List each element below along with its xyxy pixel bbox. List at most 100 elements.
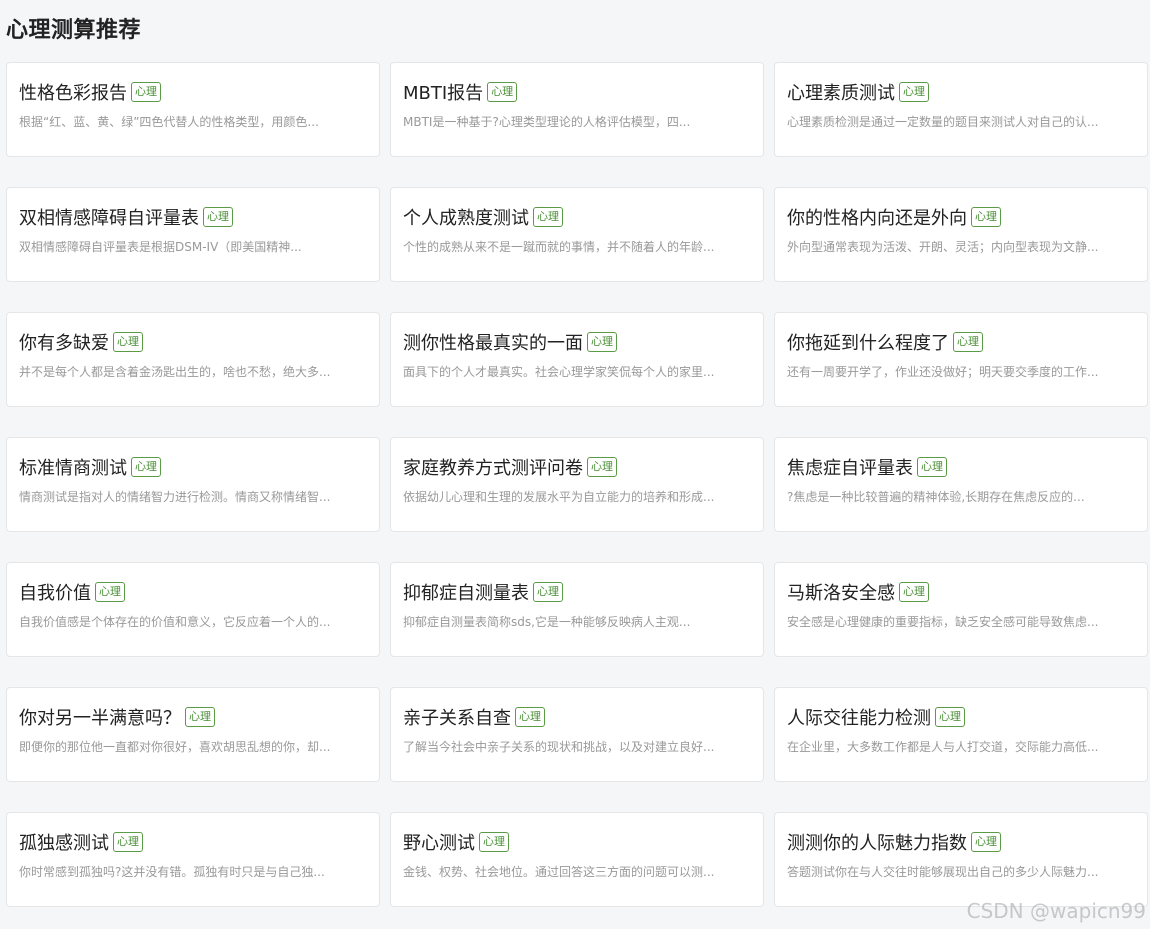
card-title[interactable]: 双相情感障碍自评量表 (19, 204, 199, 230)
card-header: 自我价值 心理 (19, 579, 367, 605)
card-description: 依据幼儿心理和生理的发展水平为自立能力的培养和形成... (403, 490, 715, 504)
card-header: 双相情感障碍自评量表 心理 (19, 204, 367, 230)
card-description: 自我价值感是个体存在的价值和意义，它反应着一个人的... (19, 615, 331, 629)
card-title[interactable]: 马斯洛安全感 (787, 579, 895, 605)
card-title[interactable]: 孤独感测试 (19, 829, 109, 855)
card-header: 马斯洛安全感 心理 (787, 579, 1135, 605)
card-header: 亲子关系自查 心理 (403, 704, 751, 730)
card-header: 你有多缺爱 心理 (19, 329, 367, 355)
card-title[interactable]: 家庭教养方式测评问卷 (403, 454, 583, 480)
card-description: ?焦虑是一种比较普遍的精神体验,长期存在焦虑反应的... (787, 490, 1085, 504)
card-title[interactable]: 自我价值 (19, 579, 91, 605)
card-title[interactable]: 心理素质测试 (787, 79, 895, 105)
card-title[interactable]: 野心测试 (403, 829, 475, 855)
card-header: 焦虑症自评量表 心理 (787, 454, 1135, 480)
card-title[interactable]: 测测你的人际魅力指数 (787, 829, 967, 855)
category-tag: 心理 (131, 82, 161, 102)
category-tag: 心理 (533, 207, 563, 227)
card-description: 还有一周要开学了，作业还没做好；明天要交季度的工作... (787, 365, 1099, 379)
card-header: 人际交往能力检测 心理 (787, 704, 1135, 730)
category-tag: 心理 (953, 332, 983, 352)
test-card[interactable]: 标准情商测试 心理情商测试是指对人的情绪智力进行检测。情商又称情绪智... (6, 437, 380, 532)
card-description: 安全感是心理健康的重要指标，缺乏安全感可能导致焦虑... (787, 615, 1099, 629)
test-card[interactable]: 性格色彩报告 心理根据“红、蓝、黄、绿”四色代替人的性格类型，用颜色... (6, 62, 380, 157)
category-tag: 心理 (971, 832, 1001, 852)
category-tag: 心理 (899, 582, 929, 602)
category-tag: 心理 (917, 457, 947, 477)
category-tag: 心理 (95, 582, 125, 602)
card-description: 心理素质检测是通过一定数量的题目来测试人对自己的认... (787, 115, 1099, 129)
watermark: CSDN @wapicn99 (966, 899, 1146, 923)
card-title[interactable]: 你对另一半满意吗？ (19, 704, 181, 730)
card-description: 个性的成熟从来不是一蹴而就的事情，并不随着人的年龄... (403, 240, 715, 254)
test-card[interactable]: 马斯洛安全感 心理安全感是心理健康的重要指标，缺乏安全感可能导致焦虑... (774, 562, 1148, 657)
card-title[interactable]: 你拖延到什么程度了 (787, 329, 949, 355)
category-tag: 心理 (587, 332, 617, 352)
test-card[interactable]: 焦虑症自评量表 心理 ?焦虑是一种比较普遍的精神体验,长期存在焦虑反应的... (774, 437, 1148, 532)
test-card[interactable]: 人际交往能力检测 心理在企业里，大多数工作都是人与人打交道，交际能力高低... (774, 687, 1148, 782)
test-card[interactable]: 野心测试 心理 金钱、权势、社会地位。通过回答这三方面的问题可以测... (390, 812, 764, 907)
category-tag: 心理 (487, 82, 518, 102)
test-card[interactable]: 测测你的人际魅力指数 心理答题测试你在与人交往时能够展现出自己的多少人际魅力... (774, 812, 1148, 907)
card-description: 即便你的那位他一直都对你很好，喜欢胡思乱想的你，却... (19, 740, 331, 754)
card-description: MBTI是一种基于?心理类型理论的人格评估模型，四... (403, 115, 691, 129)
card-description: 答题测试你在与人交往时能够展现出自己的多少人际魅力... (787, 865, 1099, 879)
category-tag: 心理 (533, 582, 563, 602)
test-card[interactable]: 自我价值 心理自我价值感是个体存在的价值和意义，它反应着一个人的... (6, 562, 380, 657)
category-tag: 心理 (131, 457, 161, 477)
card-title[interactable]: 人际交往能力检测 (787, 704, 931, 730)
card-description: 双相情感障碍自评量表是根据DSM-IV（即美国精神... (19, 240, 302, 254)
card-description: 了解当今社会中亲子关系的现状和挑战，以及对建立良好... (403, 740, 715, 754)
card-header: 野心测试 心理 (403, 829, 751, 855)
test-card[interactable]: 你的性格内向还是外向 心理外向型通常表现为活泼、开朗、灵活；内向型表现为文静... (774, 187, 1148, 282)
card-description: 并不是每个人都是含着金汤匙出生的，啥也不愁，绝大多... (19, 365, 331, 379)
test-card[interactable]: 亲子关系自查 心理了解当今社会中亲子关系的现状和挑战，以及对建立良好... (390, 687, 764, 782)
card-header: 你对另一半满意吗？ 心理 (19, 704, 367, 730)
card-header: 你拖延到什么程度了 心理 (787, 329, 1135, 355)
card-header: 心理素质测试 心理 (787, 79, 1135, 105)
test-card[interactable]: 抑郁症自测量表 心理抑郁症自测量表简称sds,它是一种能够反映病人主观... (390, 562, 764, 657)
category-tag: 心理 (899, 82, 929, 102)
card-title[interactable]: MBTI报告 (403, 79, 483, 105)
card-description: 情商测试是指对人的情绪智力进行检测。情商又称情绪智... (19, 490, 331, 504)
card-header: 标准情商测试 心理 (19, 454, 367, 480)
category-tag: 心理 (587, 457, 617, 477)
card-title[interactable]: 亲子关系自查 (403, 704, 511, 730)
card-description: 根据“红、蓝、黄、绿”四色代替人的性格类型，用颜色... (19, 115, 319, 129)
test-card[interactable]: MBTI报告 心理 MBTI是一种基于?心理类型理论的人格评估模型，四... (390, 62, 764, 157)
test-card[interactable]: 孤独感测试 心理 你时常感到孤独吗?这并没有错。孤独有时只是与自己独... (6, 812, 380, 907)
test-card[interactable]: 个人成熟度测试 心理个性的成熟从来不是一蹴而就的事情，并不随着人的年龄... (390, 187, 764, 282)
test-card[interactable]: 心理素质测试 心理心理素质检测是通过一定数量的题目来测试人对自己的认... (774, 62, 1148, 157)
card-title[interactable]: 性格色彩报告 (19, 79, 127, 105)
page: 心理测算推荐 性格色彩报告 心理 根据“红、蓝、黄、绿”四色代替人的性格类型，用颜色… (0, 0, 1150, 929)
test-card[interactable]: 测你性格最真实的一面 心理面具下的个人才最真实。社会心理学家笑侃每个人的家里... (390, 312, 764, 407)
test-card[interactable]: 你拖延到什么程度了 心理还有一周要开学了，作业还没做好；明天要交季度的工作... (774, 312, 1148, 407)
card-description: 在企业里，大多数工作都是人与人打交道，交际能力高低... (787, 740, 1099, 754)
card-header: 家庭教养方式测评问卷 心理 (403, 454, 751, 480)
category-tag: 心理 (185, 707, 215, 727)
test-card[interactable]: 你对另一半满意吗？ 心理即便你的那位他一直都对你很好，喜欢胡思乱想的你，却... (6, 687, 380, 782)
category-tag: 心理 (113, 332, 143, 352)
card-header: 抑郁症自测量表 心理 (403, 579, 751, 605)
card-title[interactable]: 抑郁症自测量表 (403, 579, 529, 605)
test-card[interactable]: 双相情感障碍自评量表 心理双相情感障碍自评量表是根据DSM-IV（即美国精神... (6, 187, 380, 282)
category-tag: 心理 (113, 832, 143, 852)
card-title[interactable]: 个人成熟度测试 (403, 204, 529, 230)
card-title[interactable]: 你的性格内向还是外向 (787, 204, 967, 230)
card-title[interactable]: 测你性格最真实的一面 (403, 329, 583, 355)
card-title[interactable]: 焦虑症自评量表 (787, 454, 913, 480)
card-header: 你的性格内向还是外向 心理 (787, 204, 1135, 230)
card-description: 外向型通常表现为活泼、开朗、灵活；内向型表现为文静... (787, 240, 1099, 254)
card-header: 测测你的人际魅力指数 心理 (787, 829, 1135, 855)
card-description: 抑郁症自测量表简称sds,它是一种能够反映病人主观... (403, 615, 691, 629)
card-title[interactable]: 你有多缺爱 (19, 329, 109, 355)
card-description: 面具下的个人才最真实。社会心理学家笑侃每个人的家里... (403, 365, 715, 379)
test-card[interactable]: 家庭教养方式测评问卷 心理依据幼儿心理和生理的发展水平为自立能力的培养和形成... (390, 437, 764, 532)
category-tag: 心理 (203, 207, 233, 227)
card-header: 测你性格最真实的一面 心理 (403, 329, 751, 355)
card-header: 个人成熟度测试 心理 (403, 204, 751, 230)
category-tag: 心理 (479, 832, 509, 852)
category-tag: 心理 (515, 707, 545, 727)
test-card[interactable]: 你有多缺爱 心理并不是每个人都是含着金汤匙出生的，啥也不愁，绝大多... (6, 312, 380, 407)
card-title[interactable]: 标准情商测试 (19, 454, 127, 480)
